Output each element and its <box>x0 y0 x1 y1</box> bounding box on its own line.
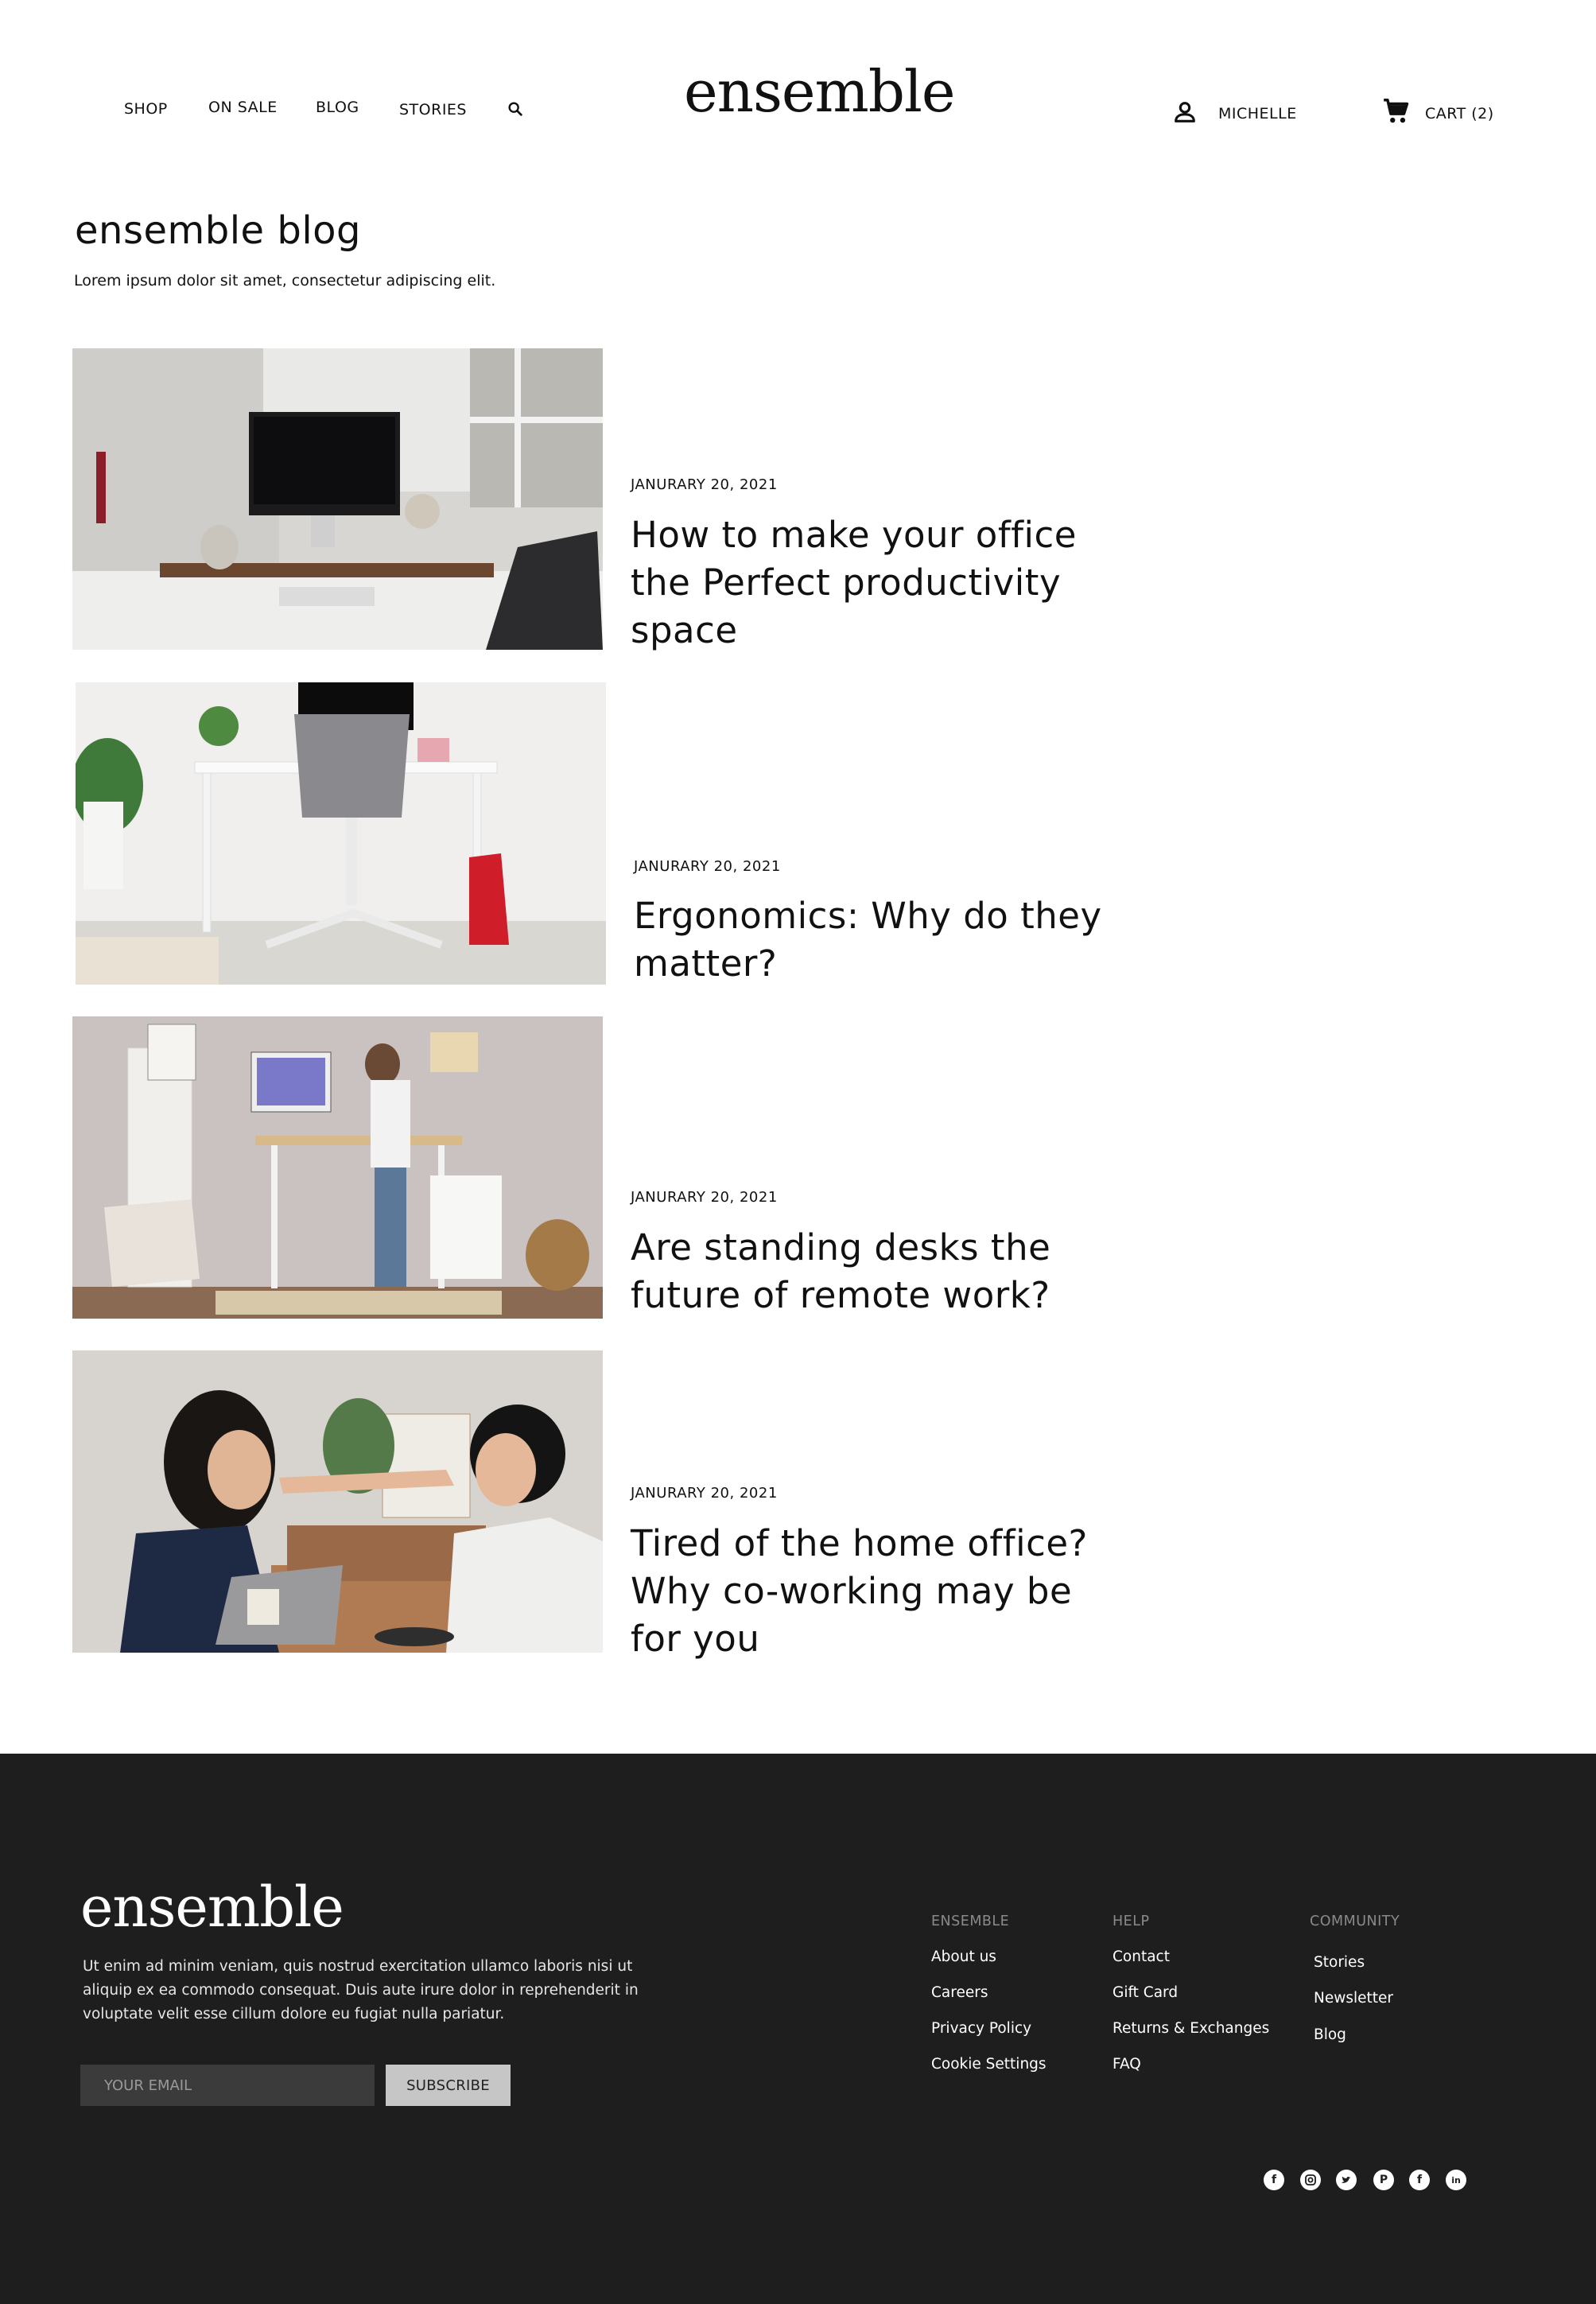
facebook-icon[interactable]: f <box>1264 2170 1284 2190</box>
coworking-photo <box>72 1350 603 1653</box>
office-desk-photo <box>72 348 603 650</box>
footer-link-stories[interactable]: Stories <box>1314 1954 1365 1971</box>
footer-link-privacy-policy[interactable]: Privacy Policy <box>931 2020 1031 2037</box>
post-image-office[interactable] <box>72 348 603 650</box>
post-title[interactable]: Tired of the home office? Why co-working… <box>631 1520 1124 1663</box>
ergonomic-chair-photo <box>76 682 606 985</box>
post-date: JANURARY 20, 2021 <box>631 1485 778 1502</box>
subscribe-button[interactable]: SUBSCRIBE <box>386 2065 511 2106</box>
email-field[interactable] <box>80 2065 375 2106</box>
footer-link-contact[interactable]: Contact <box>1113 1948 1170 1965</box>
linkedin-icon[interactable]: in <box>1446 2170 1466 2190</box>
post-date: JANURARY 20, 2021 <box>634 858 781 875</box>
footer-about-text: Ut enim ad minim veniam, quis nostrud ex… <box>83 1958 639 2022</box>
search-icon[interactable] <box>507 100 524 118</box>
footer-link-gift-card[interactable]: Gift Card <box>1113 1984 1178 2001</box>
nav-blog[interactable]: BLOG <box>316 99 359 116</box>
post-image-standing-desk[interactable] <box>72 1016 603 1319</box>
footer-link-faq[interactable]: FAQ <box>1113 2056 1141 2073</box>
footer-link-newsletter[interactable]: Newsletter <box>1314 1990 1393 2007</box>
nav-on-sale[interactable]: ON SALE <box>208 99 278 116</box>
post-date: JANURARY 20, 2021 <box>631 476 778 493</box>
nav-stories[interactable]: STORIES <box>399 101 467 119</box>
user-icon[interactable] <box>1171 99 1198 126</box>
site-header: SHOP ON SALE BLOG STORIES ensemble MICHE… <box>0 0 1596 191</box>
footer-link-returns-exchanges[interactable]: Returns & Exchanges <box>1113 2020 1269 2037</box>
footer-heading-community: COMMUNITY <box>1310 1914 1400 1929</box>
nav-shop[interactable]: SHOP <box>124 100 168 118</box>
facebook-icon[interactable]: f <box>1409 2170 1430 2190</box>
page-subtitle: Lorem ipsum dolor sit amet, consectetur … <box>74 272 496 289</box>
user-name[interactable]: MICHELLE <box>1218 105 1297 122</box>
footer-link-careers[interactable]: Careers <box>931 1984 988 2001</box>
footer-heading-help: HELP <box>1113 1914 1150 1929</box>
post-title[interactable]: Ergonomics: Why do they matter? <box>634 892 1127 988</box>
post-title[interactable]: How to make your office the Perfect prod… <box>631 511 1124 655</box>
post-image-ergonomics[interactable] <box>76 682 606 985</box>
post-title[interactable]: Are standing desks the future of remote … <box>631 1224 1124 1319</box>
footer-link-blog[interactable]: Blog <box>1314 2026 1346 2043</box>
instagram-icon[interactable] <box>1300 2170 1321 2190</box>
site-footer <box>0 1754 1596 2304</box>
cart-icon[interactable] <box>1381 96 1412 126</box>
pinterest-icon[interactable]: P <box>1373 2170 1394 2190</box>
site-logo[interactable]: ensemble <box>684 58 956 125</box>
footer-heading-ensemble: ENSEMBLE <box>931 1914 1010 1929</box>
footer-logo[interactable]: ensemble <box>80 1875 344 1940</box>
page-title: ensemble blog <box>75 208 361 253</box>
footer-link-about-us[interactable]: About us <box>931 1948 996 1965</box>
post-image-coworking[interactable] <box>72 1350 603 1653</box>
post-date: JANURARY 20, 2021 <box>631 1189 778 1206</box>
cart-label[interactable]: CART (2) <box>1425 105 1494 122</box>
footer-link-cookie-settings[interactable]: Cookie Settings <box>931 2056 1047 2073</box>
twitter-icon[interactable] <box>1336 2170 1357 2190</box>
standing-desk-photo <box>72 1016 603 1319</box>
